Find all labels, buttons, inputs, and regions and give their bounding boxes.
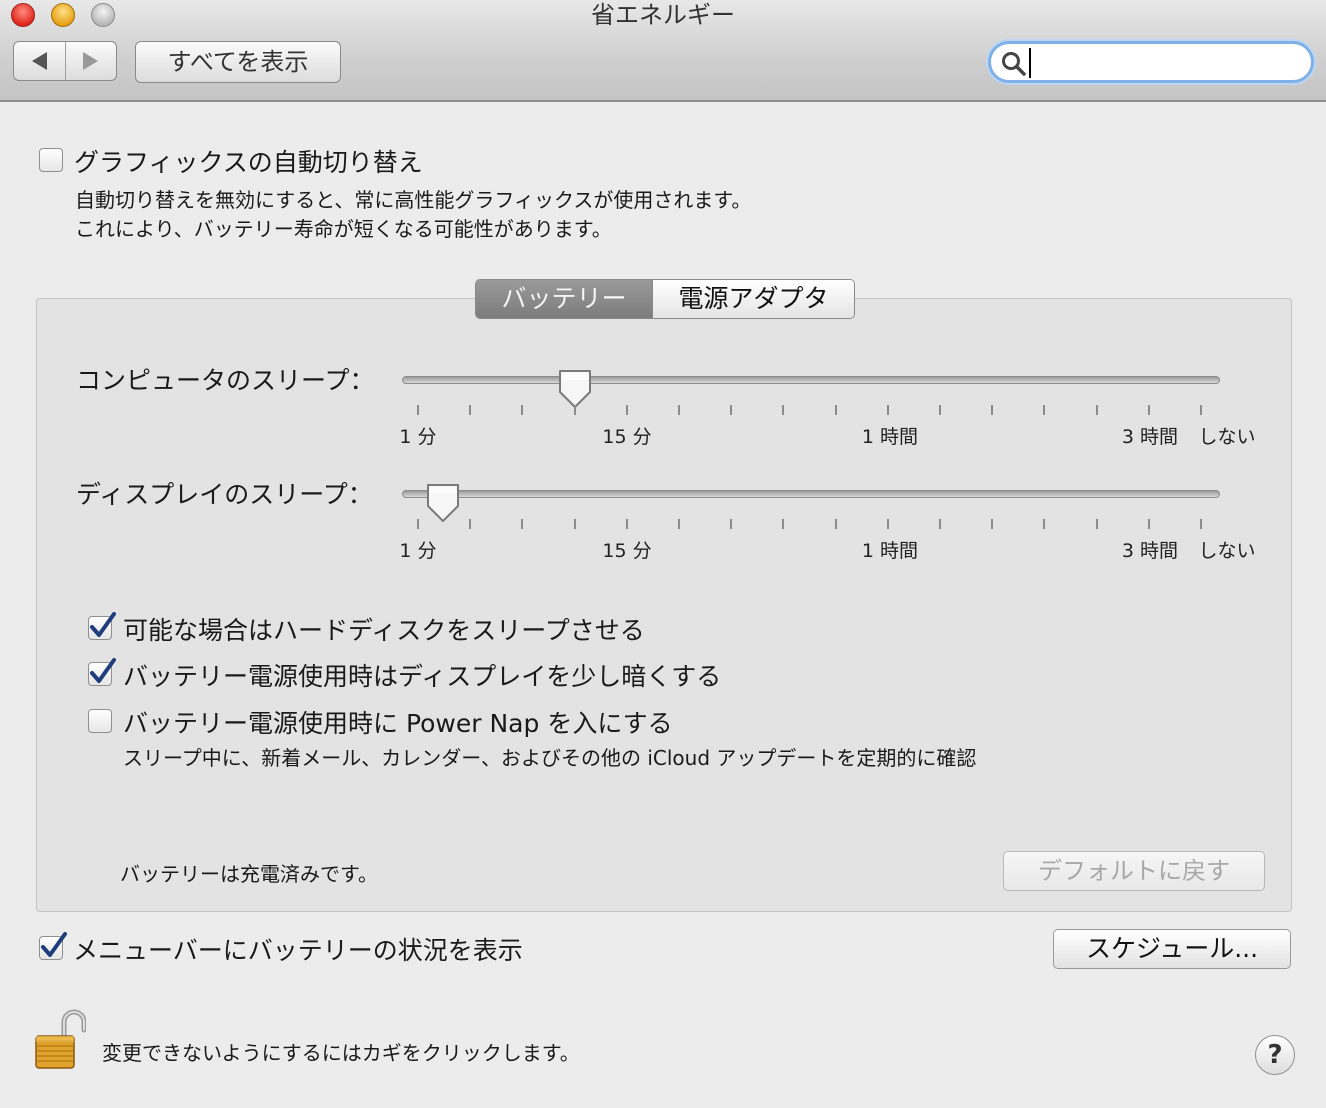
display-sleep-tick xyxy=(574,519,576,529)
display-sleep-tick xyxy=(1096,519,1098,529)
checkmark-icon xyxy=(90,612,116,637)
back-forward-group xyxy=(13,41,117,81)
search-icon xyxy=(1002,52,1026,76)
forward-arrow-icon xyxy=(83,52,99,70)
display-sleep-tick xyxy=(835,519,837,529)
power-nap-description: スリープ中に、新着メール、カレンダー、およびその他の iCloud アップデート… xyxy=(123,746,977,770)
computer-sleep-tick xyxy=(626,405,628,415)
computer-sleep-tick xyxy=(521,405,523,415)
display-sleep-slider-track[interactable] xyxy=(402,490,1220,498)
display-sleep-tick xyxy=(521,519,523,529)
disk-sleep-label: 可能な場合はハードディスクをスリープさせる xyxy=(123,616,645,645)
forward-button[interactable] xyxy=(64,42,117,80)
tab-bar: バッテリー 電源アダプタ xyxy=(475,279,855,319)
computer-sleep-tick xyxy=(1148,405,1150,415)
menubar-battery-label: メニューバーにバッテリーの状況を表示 xyxy=(73,936,523,965)
search-field[interactable] xyxy=(988,41,1314,83)
display-sleep-tick xyxy=(991,519,993,529)
display-sleep-slider-thumb[interactable] xyxy=(425,482,461,524)
computer-sleep-tick xyxy=(1043,405,1045,415)
graphics-switching-checkbox[interactable] xyxy=(39,148,63,172)
dim-display-checkbox[interactable] xyxy=(88,658,116,686)
computer-sleep-tick-label: 1 時間 xyxy=(861,426,919,448)
help-button[interactable]: ? xyxy=(1255,1035,1295,1075)
computer-sleep-tick-label: 15 分 xyxy=(602,426,652,448)
computer-sleep-tick-label: しない xyxy=(1198,426,1256,448)
computer-sleep-tick xyxy=(574,405,576,415)
graphics-description-line1: 自動切り替えを無効にすると、常に高性能グラフィックスが使用されます。 xyxy=(75,188,752,212)
disk-sleep-checkbox[interactable] xyxy=(88,612,116,640)
computer-sleep-tick-label: 1 分 xyxy=(399,426,437,448)
power-nap-checkbox[interactable] xyxy=(88,709,112,733)
display-sleep-tick xyxy=(730,519,732,529)
back-button[interactable] xyxy=(14,42,65,80)
computer-sleep-tick xyxy=(835,405,837,415)
back-arrow-icon xyxy=(31,52,47,70)
lock-icon[interactable] xyxy=(34,1008,86,1070)
tab-battery[interactable]: バッテリー xyxy=(476,280,652,318)
computer-sleep-tick xyxy=(1096,405,1098,415)
computer-sleep-label: コンピュータのスリープ： xyxy=(76,366,375,395)
display-sleep-tick-label: 3 時間 xyxy=(1121,540,1179,562)
display-sleep-tick xyxy=(1043,519,1045,529)
display-sleep-tick xyxy=(678,519,680,529)
toolbar: 省エネルギー すべてを表示 xyxy=(0,0,1326,102)
display-sleep-tick xyxy=(469,519,471,529)
computer-sleep-tick-label: 3 時間 xyxy=(1121,426,1179,448)
computer-sleep-tick xyxy=(469,405,471,415)
display-sleep-tick xyxy=(939,519,941,529)
display-sleep-tick-label: 1 時間 xyxy=(861,540,919,562)
window-title: 省エネルギー xyxy=(591,1,735,29)
search-input[interactable] xyxy=(1029,48,1305,78)
tab-power-adapter[interactable]: 電源アダプタ xyxy=(652,280,854,318)
display-sleep-tick-label: 15 分 xyxy=(602,540,652,562)
dim-display-label: バッテリー電源使用時はディスプレイを少し暗くする xyxy=(123,662,722,691)
lock-instruction-text: 変更できないようにするにはカギをクリックします。 xyxy=(102,1041,580,1065)
menubar-battery-checkbox[interactable] xyxy=(39,932,67,960)
computer-sleep-tick xyxy=(730,405,732,415)
display-sleep-tick xyxy=(417,519,419,529)
computer-sleep-slider-thumb[interactable] xyxy=(557,368,593,410)
computer-sleep-tick xyxy=(887,405,889,415)
display-sleep-tick-label: しない xyxy=(1198,540,1256,562)
computer-sleep-tick xyxy=(939,405,941,415)
computer-sleep-tick xyxy=(1200,405,1202,415)
graphics-description-line2: これにより、バッテリー寿命が短くなる可能性があります。 xyxy=(75,217,612,241)
computer-sleep-slider-track[interactable] xyxy=(402,376,1220,384)
graphics-switching-label: グラフィックスの自動切り替え xyxy=(74,148,423,177)
computer-sleep-tick xyxy=(678,405,680,415)
computer-sleep-tick xyxy=(782,405,784,415)
display-sleep-tick xyxy=(1200,519,1202,529)
display-sleep-tick-label: 1 分 xyxy=(399,540,437,562)
display-sleep-tick xyxy=(887,519,889,529)
restore-defaults-button[interactable]: デフォルトに戻す xyxy=(1003,851,1265,891)
display-sleep-tick xyxy=(782,519,784,529)
display-sleep-label: ディスプレイのスリープ： xyxy=(76,480,373,509)
battery-status-text: バッテリーは充電済みです。 xyxy=(120,862,378,886)
display-sleep-tick xyxy=(626,519,628,529)
schedule-button[interactable]: スケジュール... xyxy=(1053,929,1291,969)
show-all-button[interactable]: すべてを表示 xyxy=(135,41,341,83)
computer-sleep-tick xyxy=(991,405,993,415)
checkmark-icon xyxy=(41,932,67,957)
checkmark-icon xyxy=(90,658,116,683)
power-nap-label: バッテリー電源使用時に Power Nap を入にする xyxy=(123,709,673,738)
computer-sleep-tick xyxy=(417,405,419,415)
display-sleep-tick xyxy=(1148,519,1150,529)
